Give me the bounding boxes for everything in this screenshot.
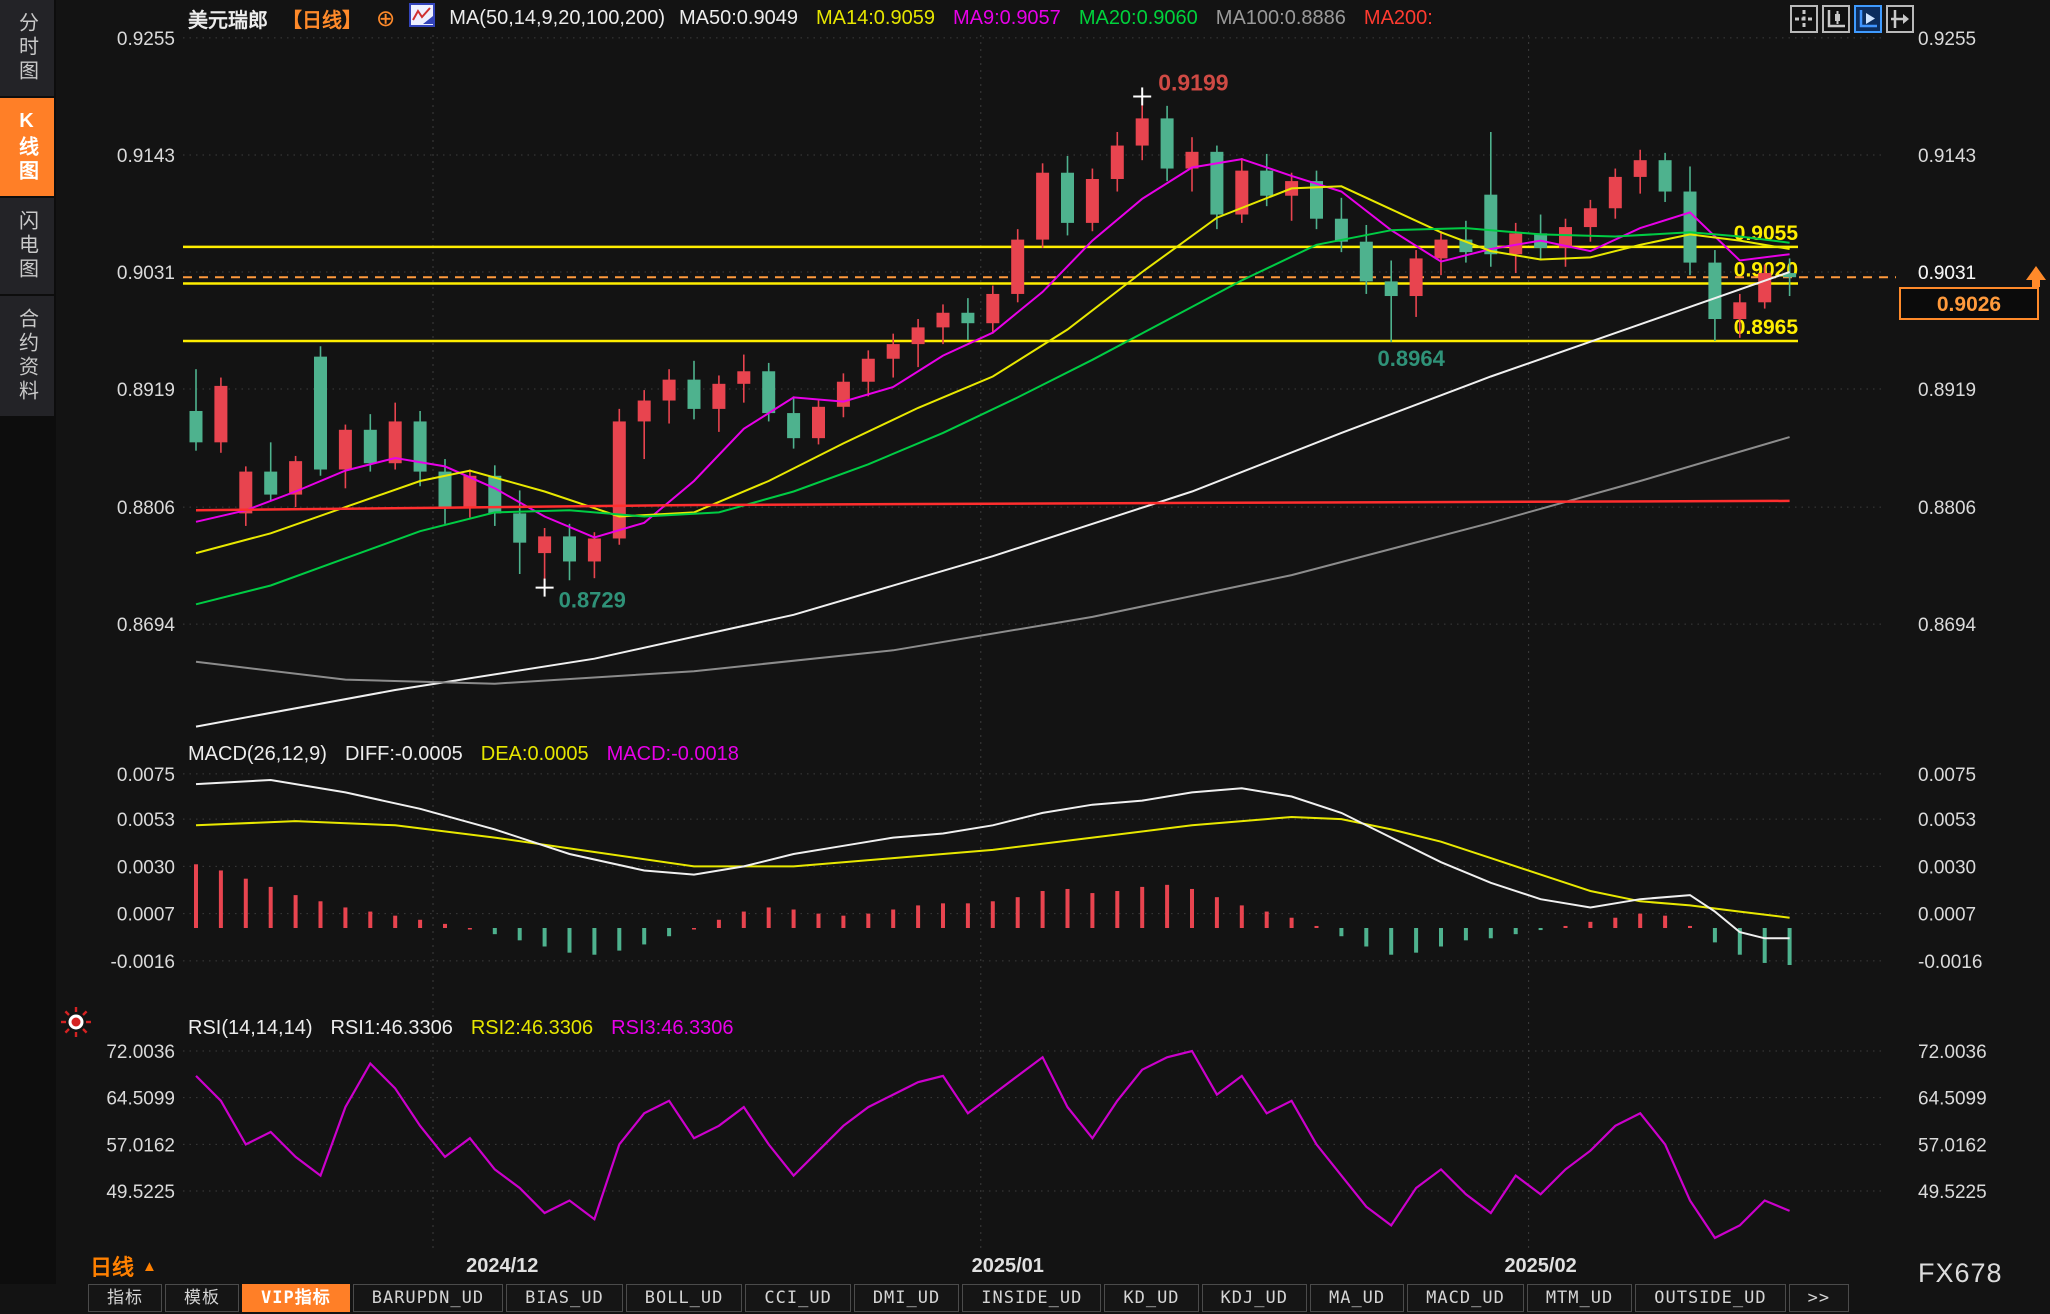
svg-text:0.8965: 0.8965: [1734, 316, 1799, 339]
svg-text:72.0036: 72.0036: [1918, 1042, 1987, 1063]
svg-text:72.0036: 72.0036: [106, 1042, 175, 1063]
sidebar-item-0[interactable]: 分时图: [0, 0, 54, 96]
svg-text:0.0075: 0.0075: [1918, 765, 1976, 786]
svg-text:64.5099: 64.5099: [1918, 1089, 1987, 1110]
svg-text:-0.0016: -0.0016: [1918, 952, 1982, 973]
svg-text:0.0030: 0.0030: [117, 857, 175, 878]
svg-text:0.8806: 0.8806: [117, 498, 175, 519]
tab-vip[interactable]: VIP指标: [242, 1284, 350, 1312]
svg-text:-0.0016: -0.0016: [111, 952, 175, 973]
chart-canvas[interactable]: 0.9255 0.9255 0.9143 0.9143 0.9031 0.9031 0.89…: [0, 0, 2050, 1314]
period-selector[interactable]: 日线 ▲: [90, 1250, 157, 1282]
chart-icon[interactable]: [409, 3, 435, 33]
left-sidebar: 分时图K线图闪电图合约资料: [0, 0, 56, 1284]
tab-ma_ud[interactable]: MA_UD: [1310, 1284, 1404, 1312]
svg-text:0.9255: 0.9255: [117, 29, 175, 50]
svg-text:0.8919: 0.8919: [1918, 380, 1976, 401]
indicator-tabbar: 指标模板VIP指标BARUPDN_UDBIAS_UDBOLL_UDCCI_UDD…: [88, 1284, 1849, 1314]
svg-text:2025/01: 2025/01: [972, 1255, 1044, 1277]
add-overlay-icon[interactable]: ⊕: [376, 8, 395, 28]
svg-text:0.9199: 0.9199: [1158, 69, 1228, 95]
svg-text:2024/12: 2024/12: [466, 1255, 538, 1277]
tab-kd_ud[interactable]: KD_UD: [1104, 1284, 1198, 1312]
sidebar-item-3[interactable]: 合约资料: [0, 296, 54, 416]
tab-outside_ud[interactable]: OUTSIDE_UD: [1635, 1284, 1785, 1312]
svg-text:64.5099: 64.5099: [106, 1089, 175, 1110]
svg-text:0.9143: 0.9143: [117, 146, 175, 167]
sidebar-item-1[interactable]: K线图: [0, 98, 54, 196]
record-indicator-icon[interactable]: [60, 1006, 92, 1043]
tab-boll_ud[interactable]: BOLL_UD: [626, 1284, 743, 1312]
tab-macd_ud[interactable]: MACD_UD: [1407, 1284, 1524, 1312]
watermark: FX678: [1918, 1258, 2003, 1289]
svg-text:0.9255: 0.9255: [1918, 29, 1976, 50]
axis-shift-icon[interactable]: [1886, 5, 1914, 33]
svg-text:2025/02: 2025/02: [1504, 1255, 1576, 1277]
chart-application: 0.9255 0.9255 0.9143 0.9143 0.9031 0.9031 0.89…: [0, 0, 2050, 1314]
svg-text:0.0075: 0.0075: [117, 765, 175, 786]
tab-inside_ud[interactable]: INSIDE_UD: [962, 1284, 1101, 1312]
svg-text:0.9026: 0.9026: [1937, 293, 2001, 316]
tab-[interactable]: >>: [1789, 1284, 1849, 1312]
tab-dmi_ud[interactable]: DMI_UD: [854, 1284, 959, 1312]
svg-text:0.8694: 0.8694: [1918, 615, 1977, 636]
svg-text:0.0007: 0.0007: [117, 905, 175, 926]
svg-text:0.0053: 0.0053: [1918, 810, 1976, 831]
axis-candle-icon[interactable]: [1822, 5, 1850, 33]
svg-text:0.8806: 0.8806: [1918, 498, 1976, 519]
svg-text:0.8729: 0.8729: [559, 588, 626, 613]
tab-barupdn_ud[interactable]: BARUPDN_UD: [353, 1284, 503, 1312]
tab-[interactable]: 模板: [165, 1284, 239, 1312]
tab-mtm_ud[interactable]: MTM_UD: [1527, 1284, 1632, 1312]
svg-text:0.8964: 0.8964: [1378, 346, 1446, 371]
svg-text:0.8919: 0.8919: [117, 380, 175, 401]
sidebar-item-2[interactable]: 闪电图: [0, 198, 54, 294]
svg-text:0.0007: 0.0007: [1918, 905, 1976, 926]
svg-text:49.5225: 49.5225: [106, 1182, 175, 1203]
tab-kdj_ud[interactable]: KDJ_UD: [1202, 1284, 1307, 1312]
move-icon[interactable]: [1790, 5, 1818, 33]
svg-text:0.0053: 0.0053: [117, 810, 175, 831]
svg-text:0.9031: 0.9031: [117, 263, 175, 284]
svg-text:57.0162: 57.0162: [1918, 1135, 1987, 1156]
svg-text:57.0162: 57.0162: [106, 1135, 175, 1156]
tab-[interactable]: 指标: [88, 1284, 162, 1312]
tab-cci_ud[interactable]: CCI_UD: [745, 1284, 850, 1312]
svg-text:0.8694: 0.8694: [117, 615, 176, 636]
svg-text:0.9031: 0.9031: [1918, 263, 1976, 284]
chart-toolbar: [1790, 5, 1914, 33]
svg-text:0.9143: 0.9143: [1918, 146, 1976, 167]
period-selector-label: 日线: [90, 1250, 134, 1282]
axis-play-icon[interactable]: [1854, 5, 1882, 33]
svg-text:49.5225: 49.5225: [1918, 1182, 1987, 1203]
chevron-up-icon: ▲: [142, 1258, 157, 1275]
svg-text:0.0030: 0.0030: [1918, 857, 1976, 878]
tab-bias_ud[interactable]: BIAS_UD: [506, 1284, 623, 1312]
